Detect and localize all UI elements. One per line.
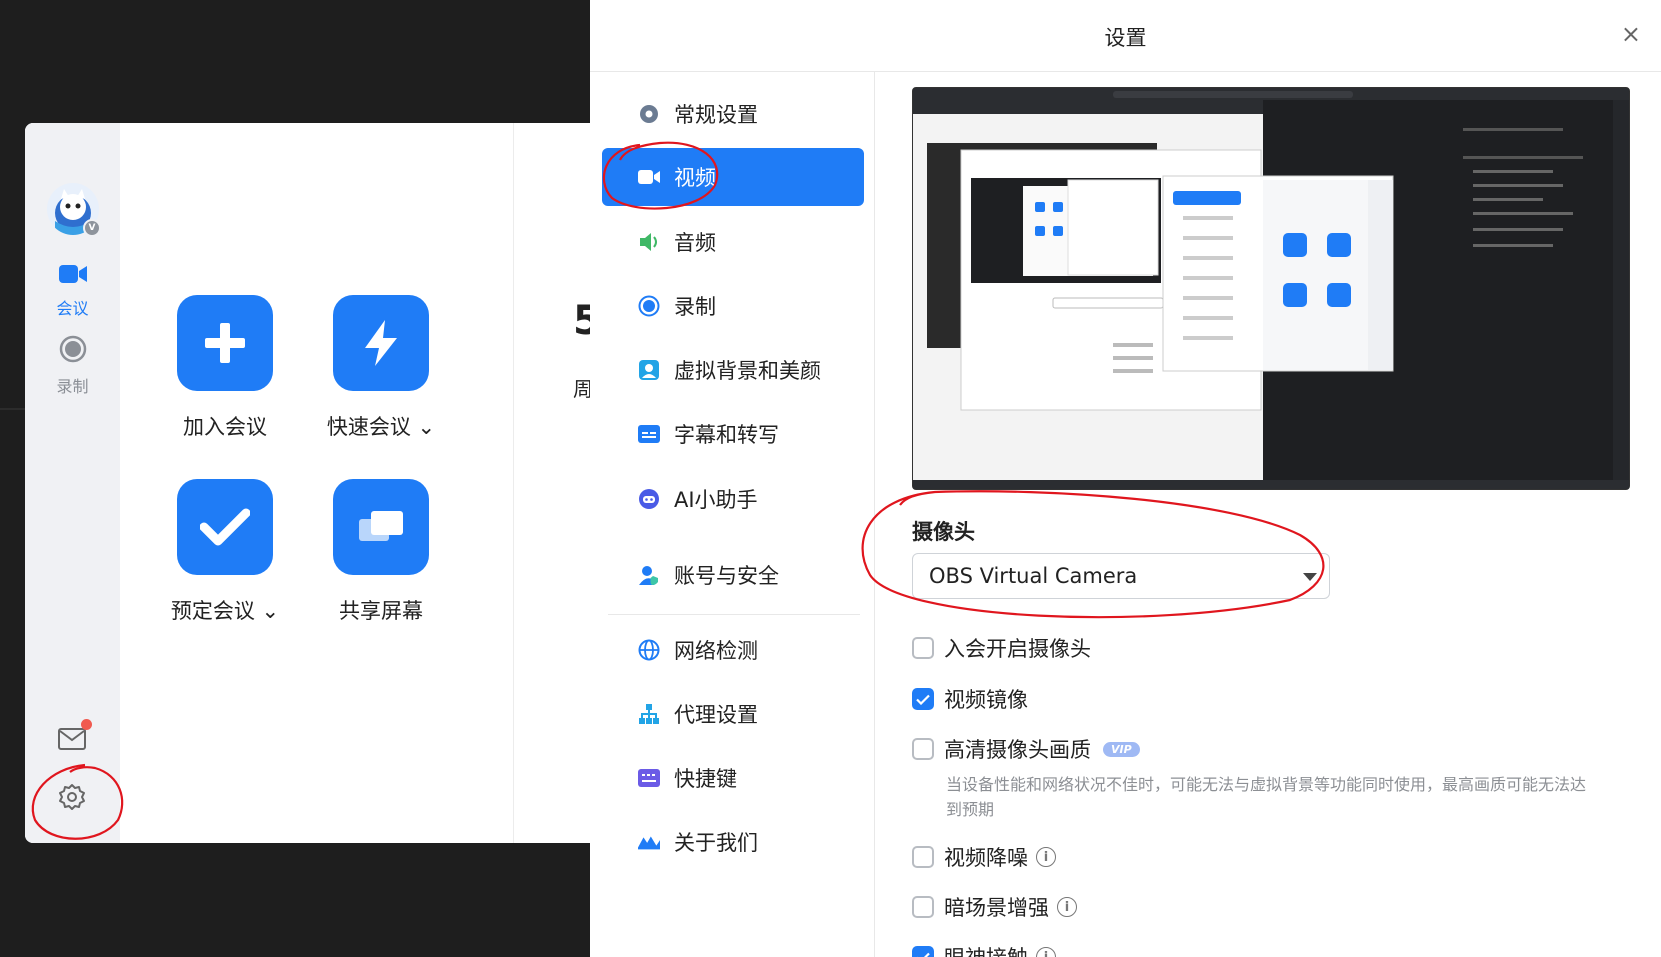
menu-item-label: 视频 xyxy=(674,166,716,190)
lightning-icon xyxy=(333,295,429,391)
schedule-meeting-tile[interactable]: 预定会议 ⌄ xyxy=(171,479,279,625)
gear-icon xyxy=(638,103,660,125)
about-icon xyxy=(638,831,660,853)
dialog-title: 设置 xyxy=(1104,26,1147,50)
checkbox[interactable] xyxy=(912,637,934,659)
record-icon xyxy=(59,335,87,367)
menu-item-label: 网络检测 xyxy=(674,639,758,663)
chevron-down-icon xyxy=(1303,573,1317,581)
share-screen-tile[interactable]: 共享屏幕 xyxy=(333,479,429,625)
option-label: 视频降噪 xyxy=(944,846,1028,870)
option-label: 眼神接触 xyxy=(944,942,1028,957)
menu-item-label: 快捷键 xyxy=(674,767,737,791)
option-video-denoise[interactable]: 视频降噪 i xyxy=(912,842,1056,872)
join-meeting-tile[interactable]: 加入会议 xyxy=(177,295,273,441)
checkbox[interactable] xyxy=(912,896,934,918)
menu-item-shortcuts[interactable]: 快捷键 xyxy=(602,749,864,807)
panel-divider xyxy=(513,123,514,843)
menu-item-virtual-background[interactable]: 虚拟背景和美颜 xyxy=(602,341,864,399)
option-eye-contact[interactable]: 眼神接触 i xyxy=(912,942,1056,957)
proxy-icon xyxy=(638,703,660,725)
menu-item-about[interactable]: 关于我们 xyxy=(602,813,864,871)
menu-item-ai-assistant[interactable]: AI小助手 xyxy=(602,470,864,528)
menu-item-label: 虚拟背景和美颜 xyxy=(674,359,821,383)
menu-item-label: 代理设置 xyxy=(674,703,758,727)
record-icon xyxy=(638,295,660,317)
checkbox[interactable] xyxy=(912,688,934,710)
option-label: 暗场景增强 xyxy=(944,896,1049,920)
speaker-icon xyxy=(638,231,660,253)
settings-dialog: 设置 × 常规设置 视频 音频 录制 虚拟背景和美颜 字幕和转写 AI小助手 账… xyxy=(590,0,1661,957)
quick-meeting-tile[interactable]: 快速会议 ⌄ xyxy=(327,295,435,441)
menu-divider xyxy=(874,72,875,957)
close-icon[interactable]: × xyxy=(1621,22,1641,46)
menu-item-video[interactable]: 视频 xyxy=(602,148,864,206)
settings-gear-icon[interactable] xyxy=(58,783,86,811)
tile-label: 快速会议 ⌄ xyxy=(326,415,436,439)
menu-separator xyxy=(608,614,860,615)
menu-item-label: AI小助手 xyxy=(674,488,758,512)
check-icon xyxy=(177,479,273,575)
checkbox[interactable] xyxy=(912,846,934,868)
main-app-window: V 会议 录制 加入会议 快速会议 ⌄ 预定会议 ⌄ 共享屏幕 5 周 xyxy=(25,123,590,843)
menu-item-account-security[interactable]: 账号与安全 xyxy=(602,546,864,604)
verified-badge-icon: V xyxy=(83,219,101,237)
keyboard-icon xyxy=(638,767,660,789)
menu-item-proxy[interactable]: 代理设置 xyxy=(602,685,864,743)
menu-item-label: 字幕和转写 xyxy=(674,423,779,447)
notification-dot xyxy=(81,719,92,730)
camera-preview xyxy=(912,87,1630,490)
portrait-icon xyxy=(638,359,660,381)
date-peek: 周 xyxy=(573,377,590,401)
menu-item-label: 关于我们 xyxy=(674,831,758,855)
menu-item-network[interactable]: 网络检测 xyxy=(602,621,864,679)
plus-icon xyxy=(177,295,273,391)
globe-icon xyxy=(638,639,660,661)
menu-item-label: 常规设置 xyxy=(674,103,758,127)
camera-select-value: OBS Virtual Camera xyxy=(929,564,1138,588)
option-camera-on-join[interactable]: 入会开启摄像头 xyxy=(912,633,1091,663)
mail-icon[interactable] xyxy=(58,728,86,750)
menu-item-audio[interactable]: 音频 xyxy=(602,213,864,271)
info-icon[interactable]: i xyxy=(1036,947,1056,957)
account-security-icon xyxy=(638,564,660,586)
share-screen-icon xyxy=(333,479,429,575)
captions-icon xyxy=(638,423,660,445)
menu-item-label: 录制 xyxy=(674,295,716,319)
menu-item-recording[interactable]: 录制 xyxy=(602,277,864,335)
meeting-actions: 加入会议 快速会议 ⌄ 预定会议 ⌄ 共享屏幕 xyxy=(120,123,510,843)
tile-label: 预定会议 ⌄ xyxy=(170,599,280,623)
menu-item-captions[interactable]: 字幕和转写 xyxy=(602,405,864,463)
info-icon[interactable]: i xyxy=(1036,847,1056,867)
checkbox[interactable] xyxy=(912,738,934,760)
sidebar-item-label: 录制 xyxy=(56,377,89,396)
header-divider xyxy=(590,71,1661,72)
checkbox[interactable] xyxy=(912,946,934,957)
sidebar-item-label: 会议 xyxy=(56,299,89,318)
option-low-light[interactable]: 暗场景增强 i xyxy=(912,892,1077,922)
app-sidebar: V 会议 录制 xyxy=(25,123,120,843)
option-label: 入会开启摄像头 xyxy=(944,637,1091,661)
vip-badge: VIP xyxy=(1103,741,1140,757)
menu-item-general[interactable]: 常规设置 xyxy=(602,85,864,143)
tile-label: 共享屏幕 xyxy=(339,599,423,623)
camera-section-title: 摄像头 xyxy=(912,520,975,544)
ai-assistant-icon xyxy=(638,488,660,510)
info-icon[interactable]: i xyxy=(1057,897,1077,917)
menu-item-label: 音频 xyxy=(674,231,716,255)
video-camera-icon xyxy=(638,166,660,188)
option-label: 视频镜像 xyxy=(944,688,1028,712)
option-mirror-video[interactable]: 视频镜像 xyxy=(912,684,1028,714)
option-hd-camera[interactable]: 高清摄像头画质 VIP xyxy=(912,734,1140,764)
clock-peek: 5 xyxy=(573,298,590,344)
camera-select[interactable]: OBS Virtual Camera xyxy=(912,553,1330,599)
hd-camera-hint: 当设备性能和网络状况不佳时，可能无法与虚拟背景等功能同时使用，最高画质可能无法达… xyxy=(946,775,1587,819)
option-label: 高清摄像头画质 xyxy=(944,738,1091,762)
tile-label: 加入会议 xyxy=(183,415,267,439)
sidebar-item-meetings[interactable]: 会议 xyxy=(25,263,120,319)
sidebar-item-recording[interactable]: 录制 xyxy=(25,335,120,397)
video-camera-icon xyxy=(58,265,87,289)
menu-item-label: 账号与安全 xyxy=(674,564,779,588)
